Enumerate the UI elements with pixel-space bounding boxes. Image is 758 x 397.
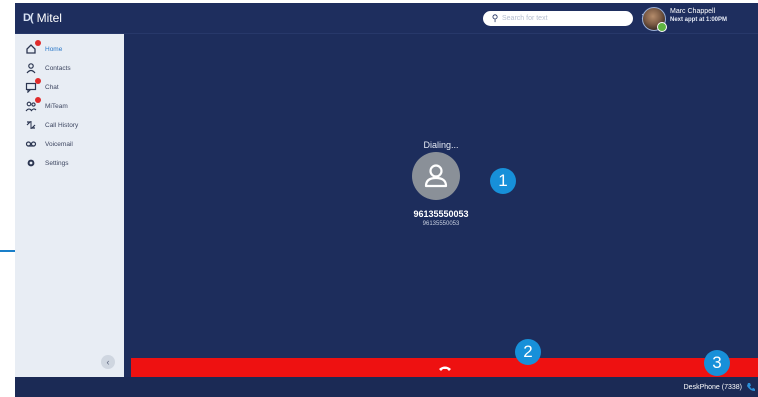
next-appointment: Next appt at 1:00PM <box>670 17 728 23</box>
sidebar-item-label: Settings <box>45 159 69 167</box>
notification-badge <box>35 40 41 46</box>
notification-badge <box>35 97 41 103</box>
sidebar-item-voicemail[interactable]: Voicemail <box>25 137 73 151</box>
sidebar-item-label: Call History <box>45 121 79 129</box>
sidebar-item-label: Contacts <box>45 64 71 72</box>
status-bar: DeskPhone (7338) <box>15 377 758 397</box>
sidebar-item-settings[interactable]: Settings <box>25 156 69 170</box>
sidebar-item-home[interactable]: Home <box>25 40 63 56</box>
sidebar-item-call-history[interactable]: Call History <box>25 118 78 132</box>
callee-number-secondary: 96135550053 <box>422 221 460 227</box>
contacts-icon <box>25 62 37 74</box>
app-title: Mitel <box>36 11 62 25</box>
call-status: Dialing... <box>423 140 459 150</box>
user-name: Marc Chappell <box>670 8 716 15</box>
app-window: D( Mitel ⚲ Search for text × Marc Chappe… <box>15 3 758 397</box>
phone-icon <box>747 383 755 391</box>
callout-3: 3 <box>704 350 730 376</box>
voicemail-icon <box>25 138 37 150</box>
search-icon: ⚲ <box>491 13 499 23</box>
settings-icon <box>25 157 37 169</box>
sidebar-item-label: Voicemail <box>45 140 73 148</box>
sidebar-item-contacts[interactable]: Contacts <box>25 61 71 75</box>
contact-avatar <box>412 152 460 200</box>
sidebar-item-chat[interactable]: Chat <box>25 78 59 94</box>
call-history-icon <box>25 119 37 131</box>
search-box[interactable]: ⚲ Search for text <box>483 11 633 26</box>
callee-number: 96135550053 <box>413 209 469 219</box>
sidebar-item-label: Chat <box>45 83 59 91</box>
callout-1: 1 <box>490 168 516 194</box>
presence-status-icon <box>657 22 667 32</box>
miteam-icon <box>25 97 41 112</box>
call-panel: Dialing... 96135550053 96135550053 <box>124 34 758 378</box>
sidebar: Home Contacts Chat MiTeam Call History V… <box>15 34 124 377</box>
callout-leader-line <box>0 250 15 252</box>
top-bar: D( Mitel ⚲ Search for text × Marc Chappe… <box>15 3 758 34</box>
collapse-sidebar-button[interactable]: ‹ <box>101 355 115 369</box>
sidebar-item-label: Home <box>45 45 63 53</box>
hang-up-button[interactable] <box>131 358 758 378</box>
mitel-logo-icon: D( <box>23 12 34 24</box>
active-device[interactable]: DeskPhone (7338) <box>684 384 742 391</box>
chat-icon <box>25 78 41 93</box>
sidebar-item-label: MiTeam <box>45 102 68 110</box>
app-logo: D( Mitel <box>23 11 62 25</box>
sidebar-item-miteam[interactable]: MiTeam <box>25 97 68 113</box>
notification-badge <box>35 78 41 84</box>
search-input[interactable]: Search for text <box>502 15 633 22</box>
hang-up-icon <box>438 366 451 371</box>
person-icon <box>424 164 448 188</box>
callout-2: 2 <box>515 339 541 365</box>
home-icon <box>25 40 41 55</box>
